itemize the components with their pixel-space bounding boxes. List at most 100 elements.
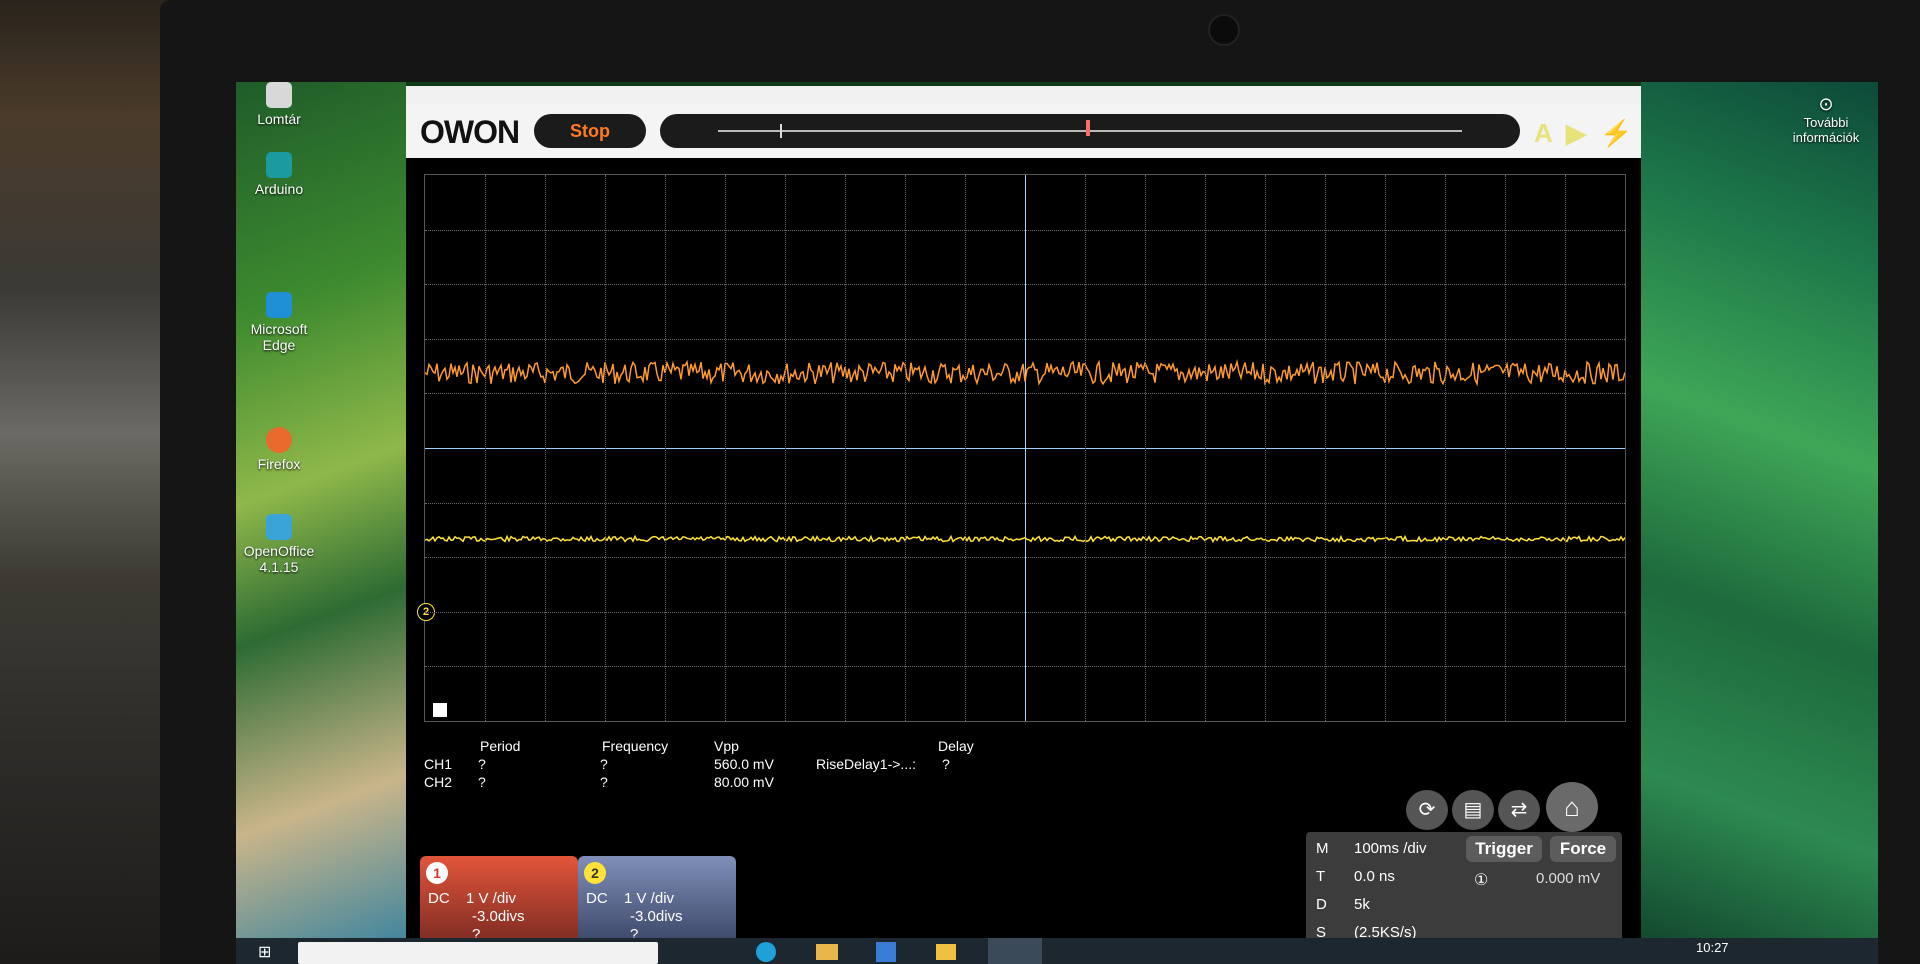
play-icon[interactable]: ▶ [1566,118,1586,149]
ch2-number-badge: 2 [584,862,606,884]
grid-vertical-line [1325,175,1326,721]
slider-position-marker[interactable] [1086,120,1090,136]
desktop-icon-firefox[interactable]: Firefox [236,427,324,472]
grid-vertical-line [1205,175,1206,721]
row-ch1-delay-name: RiseDelay1->...: [816,756,916,772]
grid-vertical-line [605,175,606,721]
ch2-coupling: DC [586,890,608,907]
grid-horizontal-line [425,611,1625,613]
ch2-offset: -3.0divs [630,908,683,925]
arduino-icon [266,152,292,178]
more-info-link[interactable]: ⊙ További információk [1776,94,1876,145]
grid-vertical-line [1265,175,1266,721]
windows-start-icon[interactable]: ⊞ [258,942,271,962]
edge-icon [266,292,292,318]
webcam [1208,14,1240,46]
desktop-icon-edge[interactable]: Microsoft Edge [236,292,324,353]
grid-horizontal-line [425,557,1625,559]
openoffice-icon [266,514,292,540]
timeline-slider[interactable] [660,114,1520,148]
grid-vertical-line [1505,175,1506,721]
grid-vertical-line [1385,175,1386,721]
trigger-level: 0.000 mV [1536,870,1601,887]
grid-horizontal-line [425,393,1625,395]
ch1-panel[interactable]: 1 DC 1 V /div -3.0divs ? [420,856,578,946]
grid-vertical-line [545,175,546,721]
trigger-source: ① [1474,872,1489,889]
grid-vertical-line [845,175,846,721]
firefox-icon [266,427,292,453]
grid-horizontal-line [425,284,1625,286]
row-ch1-vpp: 560.0 mV [714,756,774,772]
recycle-bin-icon [266,82,292,108]
store-icon[interactable] [876,942,896,962]
header-delay: Delay [938,738,974,754]
header-vpp: Vpp [714,738,739,754]
refresh-icon[interactable]: ⟳ [1406,790,1448,830]
grid-vertical-line [1565,175,1566,721]
grid-horizontal-line [425,338,1625,340]
ch2-panel[interactable]: 2 DC 1 V /div -3.0divs ? [578,856,736,946]
timebase-t-row[interactable]: T 0.0 ns [1306,864,1456,890]
desktop-icon-arduino[interactable]: Arduino [236,152,324,197]
grid-horizontal-line [425,502,1625,504]
grid-vertical-line [785,175,786,721]
ch1-coupling: DC [428,890,450,907]
slider-tick [780,124,782,138]
grid-vertical-line [725,175,726,721]
wallpaper-right [1641,82,1878,964]
header-frequency: Frequency [602,738,669,754]
grid-vertical-line [1085,175,1086,721]
windows-taskbar: ⊞ 10:27 [236,938,1878,964]
row-ch1-delay: ? [942,756,950,772]
row-ch1-frequency: ? [600,756,608,772]
home-icon[interactable]: ⌂ [1546,782,1598,832]
row-ch1-channel: CH1 [424,756,453,772]
ch2-scale: 1 V /div [624,890,675,907]
desktop-icon-openoffice[interactable]: OpenOffice 4.1.15 [236,514,324,575]
window-titlebar [406,86,1641,104]
timebase-trigger-panel: M 100ms /div T 0.0 ns D 5k S (2.5KS/s) T… [1306,832,1622,946]
row-ch2-vpp: 80.00 mV [714,774,774,790]
grid-vertical-line [485,175,486,721]
row-ch1-period: ? [478,756,486,772]
laptop-screen: Lomtár Arduino Microsoft Edge Firefox Op… [236,82,1878,964]
grid-horizontal-line [425,229,1625,231]
header-period: Period [480,738,521,754]
taskbar-search-box[interactable] [298,942,658,964]
grid-vertical-line [665,175,666,721]
row-ch2-frequency: ? [600,774,608,790]
ch1-number-badge: 1 [426,862,448,884]
save-icon[interactable]: ▤ [1452,790,1494,830]
stop-button[interactable]: Stop [534,114,646,148]
desktop-icon-recycle-bin[interactable]: Lomtár [236,82,324,127]
flash-icon[interactable]: ⚡ [1600,118,1632,149]
workbench-background [0,0,180,964]
active-app-taskbar-icon[interactable] [988,938,1042,964]
owon-app-window: OWON Stop A ▶ ⚡ 2 Period Frequency Vpp D… [406,86,1641,946]
taskbar-clock: 10:27 [1696,940,1729,955]
grid-vertical-line [905,175,906,721]
grid-horizontal-line [425,666,1625,668]
control-icon-bar: ⟳ ▤ ⇄ ⌂ [1406,782,1606,836]
trigger-button[interactable]: Trigger [1466,836,1542,862]
owon-logo: OWON [420,114,520,150]
force-button[interactable]: Force [1550,836,1616,862]
grid-vertical-line [1445,175,1446,721]
timebase-d-row[interactable]: D 5k [1306,892,1456,918]
ch1-offset-marker[interactable] [433,703,447,717]
row-ch2-period: ? [478,774,486,790]
row-ch2-channel: CH2 [424,774,453,790]
file-explorer-icon[interactable] [816,944,838,960]
grid-vertical-line [1145,175,1146,721]
scope-display[interactable]: 2 [417,174,1626,722]
auto-icon[interactable]: A [1534,118,1553,149]
edge-taskbar-icon[interactable] [756,942,776,962]
folder-icon[interactable] [936,944,956,960]
slider-track [718,130,1462,132]
app-toolbar: OWON Stop A ▶ ⚡ [406,104,1641,158]
info-icon: ⊙ [1818,94,1834,114]
ch1-scale: 1 V /div [466,890,517,907]
swap-icon[interactable]: ⇄ [1498,790,1540,830]
timebase-m-row[interactable]: M 100ms /div [1306,836,1456,862]
